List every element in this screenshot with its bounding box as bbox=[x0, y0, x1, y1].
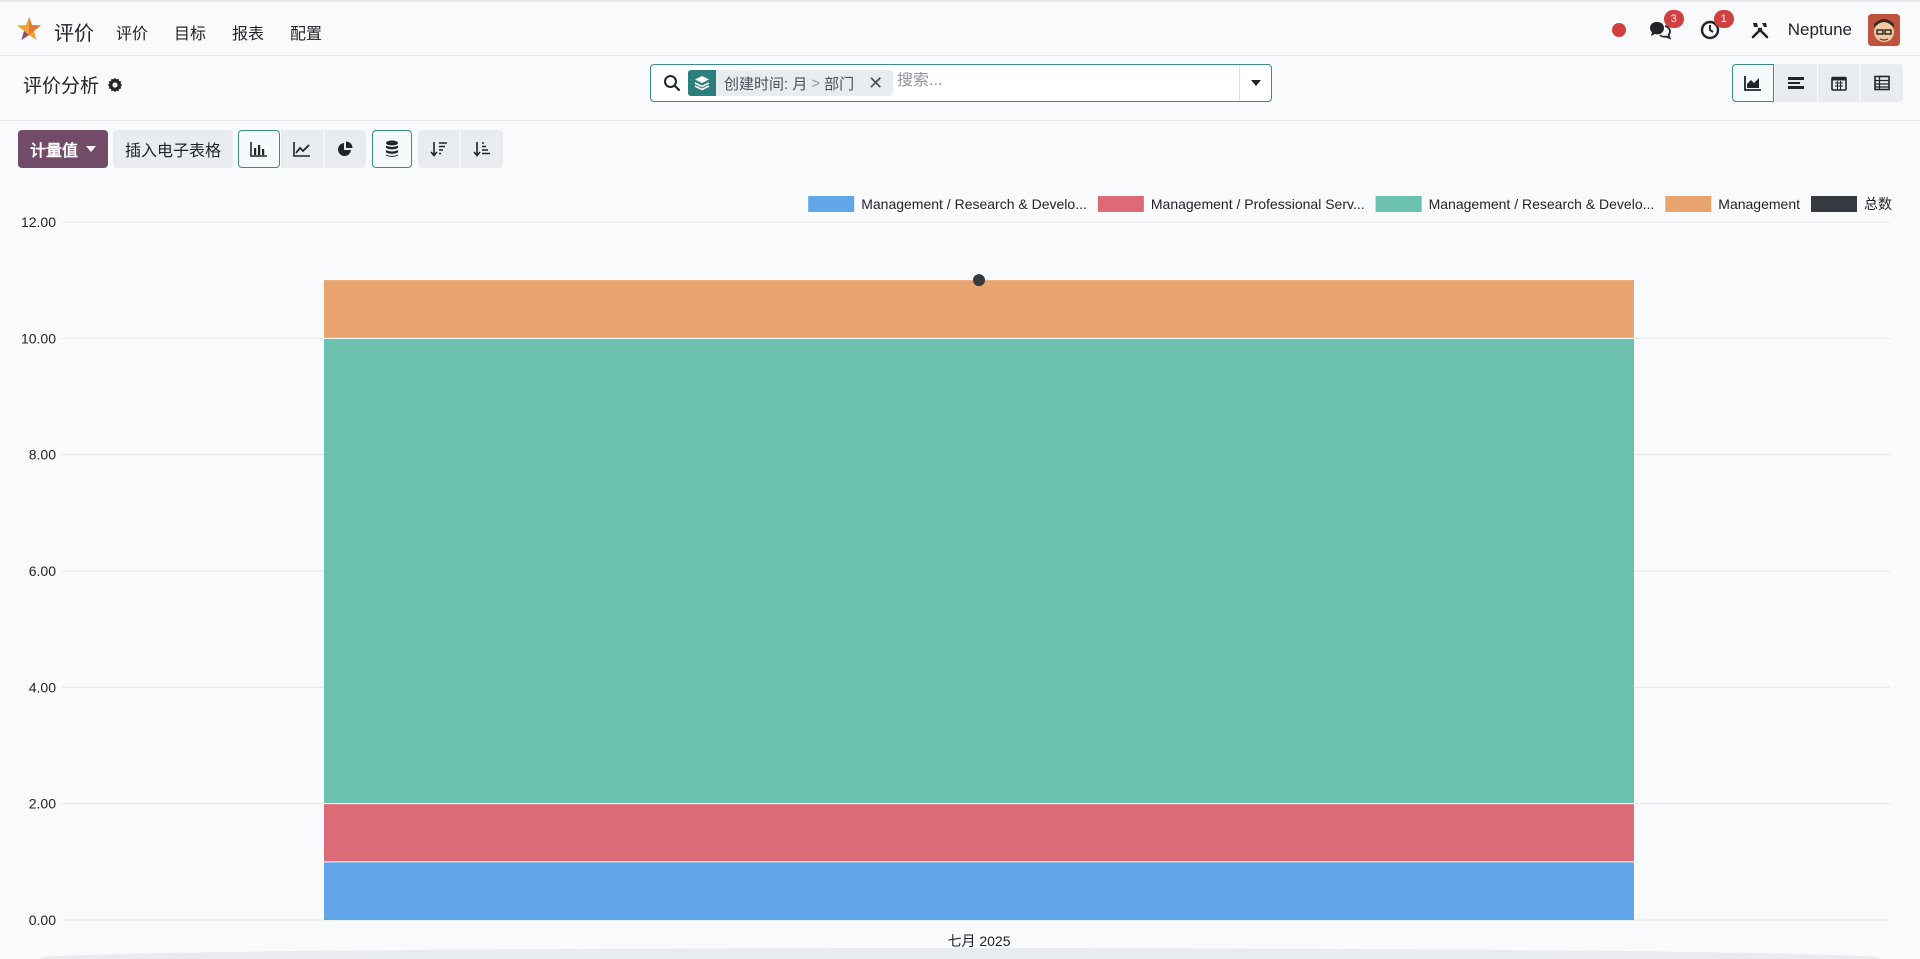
sort-descending-icon bbox=[430, 142, 448, 157]
legend-item[interactable]: Management / Professional Serv... bbox=[1097, 196, 1365, 212]
legend-swatch bbox=[1097, 196, 1144, 212]
legend-swatch bbox=[808, 196, 855, 212]
search-icon[interactable] bbox=[663, 74, 681, 92]
search-options-toggle[interactable] bbox=[1239, 65, 1271, 101]
page-title: 评价分析 bbox=[23, 76, 100, 97]
measures-label: 计量值 bbox=[30, 143, 79, 160]
sort-group bbox=[418, 130, 504, 168]
search-bar: 创建时间: 月 > 部门 ✕ bbox=[650, 64, 1272, 102]
measures-dropdown-button[interactable]: 计量值 bbox=[18, 130, 109, 168]
control-panel: 评价分析 创建时间: 月 > 部门 ✕ bbox=[0, 56, 1920, 121]
bar-chart-button[interactable] bbox=[238, 130, 281, 168]
database-stack-icon bbox=[386, 140, 399, 157]
bar-segment[interactable] bbox=[324, 338, 1634, 804]
bar-chart-icon bbox=[250, 142, 268, 157]
caret-down-icon bbox=[86, 146, 97, 152]
bar-segment[interactable] bbox=[324, 803, 1634, 862]
view-switcher bbox=[1731, 64, 1903, 102]
bar-segment[interactable] bbox=[324, 280, 1634, 339]
debug-tools-button[interactable] bbox=[1746, 16, 1774, 44]
stacked-toggle-button[interactable] bbox=[372, 130, 413, 168]
menu-item-goals[interactable]: 目标 bbox=[174, 20, 206, 44]
list-view-button[interactable] bbox=[1775, 64, 1817, 102]
y-tick-label: 12.00 bbox=[21, 214, 56, 230]
calendar-icon bbox=[1831, 76, 1847, 91]
pie-chart-icon bbox=[338, 141, 353, 156]
table-icon bbox=[1874, 75, 1890, 91]
gear-icon[interactable] bbox=[107, 77, 123, 93]
pivot-view-button[interactable] bbox=[1861, 64, 1903, 102]
activities-button[interactable]: 1 bbox=[1696, 10, 1734, 44]
y-tick-label: 10.00 bbox=[21, 330, 56, 346]
y-tick-label: 8.00 bbox=[29, 447, 56, 463]
legend-label: Management / Research & Develo... bbox=[1429, 196, 1655, 212]
graph-view-button[interactable] bbox=[1732, 64, 1774, 102]
sort-ascending-button[interactable] bbox=[461, 130, 504, 168]
legend-item[interactable]: Management bbox=[1665, 196, 1800, 212]
company-name[interactable]: Neptune bbox=[1788, 20, 1852, 40]
chart-type-group bbox=[238, 130, 367, 168]
navbar-systray: 3 1 Neptune bbox=[1611, 10, 1900, 46]
menu-item-appraisal[interactable]: 评价 bbox=[116, 20, 148, 44]
app-logo-icon[interactable] bbox=[16, 16, 42, 42]
sort-descending-button[interactable] bbox=[418, 130, 461, 168]
caret-down-icon bbox=[1250, 80, 1261, 86]
y-tick-label: 0.00 bbox=[29, 912, 56, 928]
legend-swatch bbox=[1375, 196, 1422, 212]
breadcrumb: 评价分析 bbox=[23, 71, 123, 98]
line-chart-button[interactable] bbox=[281, 130, 324, 168]
bar-segment[interactable] bbox=[324, 861, 1634, 920]
main-menu: 评价 目标 报表 配置 bbox=[116, 20, 348, 44]
stack-group bbox=[372, 130, 413, 168]
avatar-face-icon bbox=[1868, 14, 1900, 46]
y-tick-label: 2.00 bbox=[29, 796, 56, 812]
insert-spreadsheet-button[interactable]: 插入电子表格 bbox=[113, 130, 234, 168]
pie-chart-button[interactable] bbox=[324, 130, 367, 168]
total-point bbox=[973, 274, 985, 287]
menu-item-configuration[interactable]: 配置 bbox=[290, 20, 322, 44]
y-tick-label: 4.00 bbox=[29, 679, 56, 695]
legend-label: Management / Professional Serv... bbox=[1151, 196, 1365, 212]
y-tick-label: 6.00 bbox=[29, 563, 56, 579]
line-chart-icon bbox=[293, 142, 311, 157]
legend-item[interactable]: Management / Research & Develo... bbox=[1375, 196, 1655, 212]
activities-count-badge: 1 bbox=[1713, 10, 1734, 28]
groupby-facet[interactable]: 创建时间: 月 > 部门 ✕ bbox=[688, 70, 894, 96]
legend-label: 总数 bbox=[1864, 196, 1892, 212]
stacked-bar-chart: 0.00 2.00 4.00 6.00 8.00 10.00 12.00 七月 2025 Man… bbox=[21, 196, 1892, 949]
list-icon bbox=[1788, 77, 1804, 89]
facet-value: 创建时间: 月 > 部门 bbox=[716, 73, 862, 94]
recording-dot-icon[interactable] bbox=[1611, 23, 1626, 37]
insert-spreadsheet-label: 插入电子表格 bbox=[125, 143, 222, 160]
legend-item[interactable]: 总数 bbox=[1811, 196, 1892, 212]
x-tick-label: 七月 2025 bbox=[947, 933, 1010, 949]
area-chart-icon bbox=[1744, 76, 1761, 91]
legend-item[interactable]: Management / Research & Develo... bbox=[808, 196, 1087, 212]
calendar-view-button[interactable] bbox=[1818, 64, 1860, 102]
messages-count-badge: 3 bbox=[1663, 10, 1684, 28]
tools-icon bbox=[1751, 23, 1769, 39]
menu-item-reports[interactable]: 报表 bbox=[232, 20, 264, 44]
layers-icon bbox=[688, 70, 716, 96]
graph-toolbar: 计量值 插入电子表格 bbox=[18, 130, 509, 168]
search-input[interactable] bbox=[897, 72, 1217, 90]
facet-group-month: 创建时间: 月 bbox=[724, 75, 808, 93]
top-navbar: 评价 评价 目标 报表 配置 3 1 Neptune bbox=[0, 0, 1920, 56]
app-name[interactable]: 评价 bbox=[54, 17, 94, 46]
legend-swatch bbox=[1665, 196, 1712, 212]
facet-remove-icon[interactable]: ✕ bbox=[862, 73, 893, 94]
legend-label: Management / Research & Develo... bbox=[861, 196, 1087, 212]
legend-swatch bbox=[1811, 196, 1857, 212]
messages-button[interactable]: 3 bbox=[1646, 10, 1684, 44]
sort-ascending-icon bbox=[473, 142, 491, 157]
legend-label: Management bbox=[1718, 196, 1800, 212]
facet-group-department: 部门 bbox=[824, 75, 855, 93]
user-avatar[interactable] bbox=[1868, 14, 1900, 46]
facet-separator: > bbox=[811, 74, 821, 92]
